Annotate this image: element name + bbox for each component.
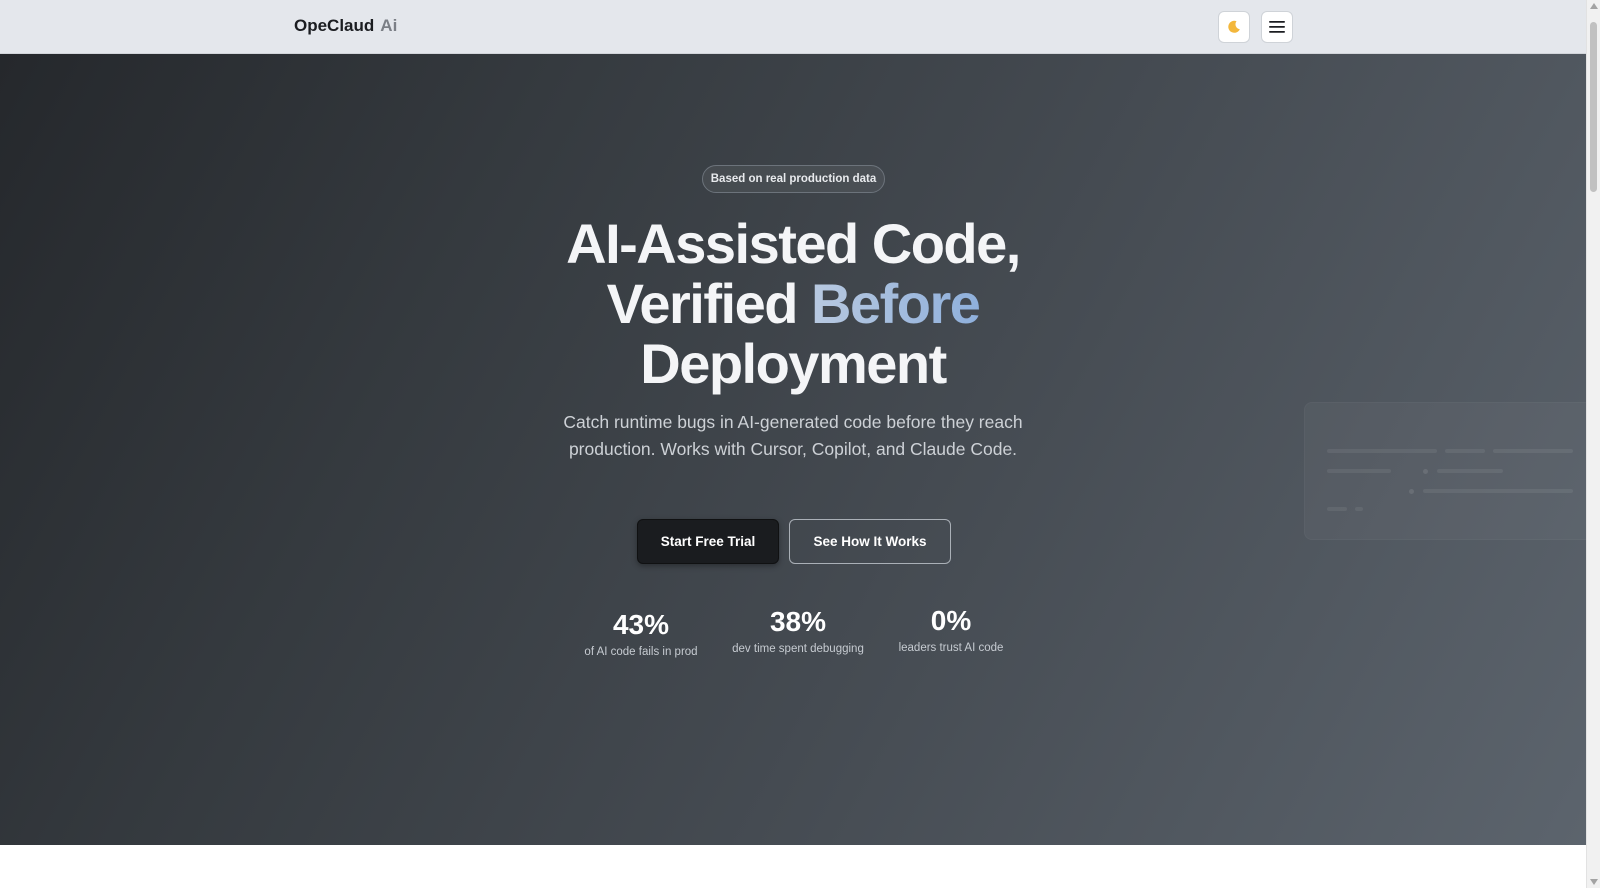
hero-subtext: Catch runtime bugs in AI-generated code … (563, 412, 1023, 459)
stat-label: dev time spent debugging (732, 643, 864, 655)
scroll-down-arrow-icon[interactable] (1590, 879, 1598, 885)
hamburger-menu-icon (1269, 21, 1285, 33)
scroll-up-arrow-icon[interactable] (1590, 3, 1598, 9)
headline-line-1: AI-Assisted Code, (566, 212, 1021, 275)
stat-leaders-trust: 0% leaders trust AI code (888, 604, 1014, 654)
theme-toggle-button[interactable] (1218, 11, 1250, 43)
headline-accent: Before (811, 272, 981, 335)
menu-button[interactable] (1261, 11, 1293, 43)
stat-value: 43% (612, 609, 670, 640)
page-scrollbar[interactable] (1586, 0, 1600, 888)
headline-verified: Verified (606, 272, 799, 335)
stat-value: 38% (769, 606, 827, 637)
brand-name: OpeClaud (294, 16, 375, 35)
stat-debugging-time: 38% dev time spent debugging (727, 605, 869, 655)
production-data-badge: Based on real production data (702, 165, 885, 193)
stat-value: 0% (930, 605, 972, 636)
hero-headline: AI-Assisted Code, Verified Before Deploy… (443, 214, 1143, 394)
moon-icon (1228, 20, 1240, 33)
code-preview-panel (1304, 402, 1586, 540)
brand-logo[interactable]: OpeClaud Ai (294, 16, 397, 36)
stat-ai-code-fails: 43% of AI code fails in prod (572, 608, 710, 658)
stat-label: of AI code fails in prod (584, 646, 698, 658)
headline-line-2: Verified Before (443, 274, 1143, 334)
top-navbar: OpeClaud Ai (0, 0, 1586, 54)
scrollbar-thumb[interactable] (1590, 22, 1597, 192)
brand-suffix: Ai (380, 16, 398, 35)
see-how-it-works-button[interactable]: See How It Works (789, 519, 951, 564)
stat-label: leaders trust AI code (898, 642, 1004, 654)
hero-section: Based on real production data AI-Assiste… (0, 54, 1586, 845)
headline-line-3: Deployment (640, 332, 947, 395)
start-free-trial-button[interactable]: Start Free Trial (637, 519, 779, 564)
